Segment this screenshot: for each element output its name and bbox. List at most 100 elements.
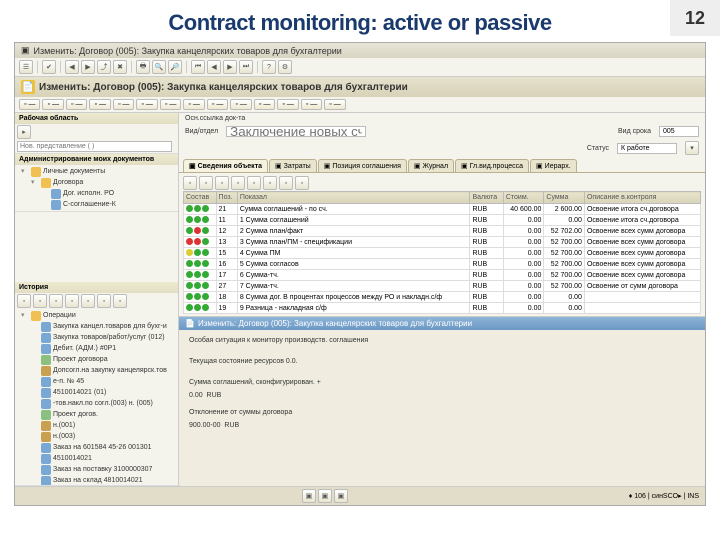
tree-item[interactable]: -тов.накл.по согл.(003) н. (005) <box>17 398 176 409</box>
action-pill[interactable]: ▫— <box>301 99 322 110</box>
tree-item[interactable]: ▾Личные документы <box>17 166 176 177</box>
conditions-grid[interactable]: СоставПоз.ПоказалВалютаСтоим.СуммаОписан… <box>183 191 701 314</box>
grid-tool-icon[interactable]: ▫ <box>247 176 261 190</box>
back-icon[interactable]: ◀ <box>65 60 79 74</box>
vid-label: Вид срока <box>618 128 651 135</box>
grid-col[interactable]: Валюта <box>470 192 503 204</box>
table-row[interactable]: 21Сумма соглашений - по сч.RUB40 600.002… <box>184 204 701 215</box>
action-pill[interactable]: ▫— <box>19 99 40 110</box>
table-row[interactable]: 199 Разница - накладная с/фRUB0.000.00 <box>184 303 701 314</box>
menu-btn[interactable]: ☰ <box>19 60 33 74</box>
action-pill[interactable]: ▫— <box>183 99 204 110</box>
grid-tool-icon[interactable]: ▫ <box>263 176 277 190</box>
action-pill[interactable]: ▫— <box>230 99 251 110</box>
grid-tool-icon[interactable]: ▫ <box>199 176 213 190</box>
next-icon[interactable]: ▶ <box>223 60 237 74</box>
tree-item[interactable]: Заказ на 601584 45-26 001301 <box>17 442 176 453</box>
action-pill[interactable]: ▫— <box>254 99 275 110</box>
view-search-input[interactable] <box>17 141 172 152</box>
findnext-icon[interactable]: 🔎 <box>168 60 182 74</box>
sb-btn[interactable]: ▸ <box>17 125 31 139</box>
save-icon[interactable]: ✔ <box>42 60 56 74</box>
grid-tool-icon[interactable]: ▫ <box>215 176 229 190</box>
detail-line4-b: RUB <box>224 422 239 429</box>
tree-item[interactable]: 4510014021 (01) <box>17 387 176 398</box>
tab[interactable]: ▣Затраты <box>269 159 317 172</box>
sb-tool-icon[interactable]: ▫ <box>113 294 127 308</box>
table-row[interactable]: 154 Сумма ПМRUB0.0052 700.00Освоение все… <box>184 248 701 259</box>
table-row[interactable]: 133 Сумма план/ПМ - спецификацииRUB0.005… <box>184 237 701 248</box>
status-icon[interactable]: ▣ <box>302 489 316 503</box>
tree-item[interactable]: Закупка канцел.товаров для бухг-и <box>17 321 176 332</box>
grid-tool-icon[interactable]: ▫ <box>279 176 293 190</box>
grid-tool-icon[interactable]: ▫ <box>295 176 309 190</box>
cancel-icon[interactable]: ✖ <box>113 60 127 74</box>
tree-item[interactable]: Заказ на склад 4810014021 <box>17 475 176 485</box>
status-icon[interactable]: ▣ <box>334 489 348 503</box>
action-pill[interactable]: ▫— <box>42 99 63 110</box>
action-pill[interactable]: ▫— <box>113 99 134 110</box>
tree-item[interactable]: ▾Операции <box>17 310 176 321</box>
table-row[interactable]: 165 Сумма согласовRUB0.0052 700.00Освоен… <box>184 259 701 270</box>
table-row[interactable]: 111 Сумма соглашенийRUB0.000.00Освоение … <box>184 215 701 226</box>
action-pill[interactable]: ▫— <box>324 99 345 110</box>
tree-item[interactable]: Заказ на поставку 3100000307 <box>17 464 176 475</box>
sb-tool-icon[interactable]: ▫ <box>81 294 95 308</box>
tree-item[interactable]: Дог. исполн. РО <box>17 188 176 199</box>
tree-item[interactable]: Дебит. (АДМ.) #0P1 <box>17 343 176 354</box>
tree-item[interactable]: Закупка товаров/работ/услуг (012) <box>17 332 176 343</box>
srok-input[interactable] <box>226 126 366 137</box>
tree-item[interactable]: 4510014021 <box>17 453 176 464</box>
grid-col[interactable]: Поз. <box>216 192 237 204</box>
grid-col[interactable]: Показал <box>237 192 470 204</box>
stat-help-icon[interactable]: ▾ <box>685 141 699 155</box>
tree-item[interactable]: С-соглашение-К <box>17 199 176 210</box>
tree-item[interactable]: Проект догов. <box>17 409 176 420</box>
sb-tool-icon[interactable]: ▫ <box>97 294 111 308</box>
sb-tool-icon[interactable]: ▫ <box>33 294 47 308</box>
prev-icon[interactable]: ◀ <box>207 60 221 74</box>
grid-col[interactable]: Описание в.контроля <box>584 192 700 204</box>
sb-tool-icon[interactable]: ▫ <box>65 294 79 308</box>
action-pill[interactable]: ▫— <box>207 99 228 110</box>
action-pill[interactable]: ▫— <box>277 99 298 110</box>
grid-tool-icon[interactable]: ▫ <box>183 176 197 190</box>
table-row[interactable]: 176 Сумма-тч.RUB0.0052 700.00Освоение вс… <box>184 270 701 281</box>
grid-col[interactable]: Стоим. <box>503 192 544 204</box>
tab[interactable]: ▣Иерарх. <box>530 159 577 172</box>
tab[interactable]: ▣Сведения объекта <box>183 159 268 172</box>
sb-sec2-title: История <box>15 282 178 293</box>
grid-tool-icon[interactable]: ▫ <box>231 176 245 190</box>
table-row[interactable]: 277 Сумма-тч.RUB0.0052 700.00Освоение от… <box>184 281 701 292</box>
tree-item[interactable]: е-п. № 45 <box>17 376 176 387</box>
first-icon[interactable]: ⏮ <box>191 60 205 74</box>
detail-line4-lbl: Отклонение от суммы договора <box>189 406 695 419</box>
tab[interactable]: ▣Позиция соглашения <box>318 159 407 172</box>
tree-item[interactable]: Допсогл.на закупку канцелярск.тов <box>17 365 176 376</box>
grid-col[interactable]: Состав <box>184 192 217 204</box>
tree-item[interactable]: Проект договора <box>17 354 176 365</box>
tab[interactable]: ▣Журнал <box>408 159 454 172</box>
table-row[interactable]: 188 Сумма дог. В процентах процессов меж… <box>184 292 701 303</box>
tree-item[interactable]: н.(003) <box>17 431 176 442</box>
settings-icon[interactable]: ⚙ <box>278 60 292 74</box>
print-icon[interactable]: 🖶 <box>136 60 150 74</box>
tree-item[interactable]: ▾Договора <box>17 177 176 188</box>
last-icon[interactable]: ⏭ <box>239 60 253 74</box>
sb-tool-icon[interactable]: ▫ <box>17 294 31 308</box>
tree-item[interactable]: н.(001) <box>17 420 176 431</box>
sb-tool-icon[interactable]: ▫ <box>49 294 63 308</box>
action-pill[interactable]: ▫— <box>66 99 87 110</box>
table-row[interactable]: 122 Сумма план/фактRUB0.0052 702.00Освое… <box>184 226 701 237</box>
tab[interactable]: ▣Гл.вид.процесса <box>455 159 529 172</box>
action-pill[interactable]: ▫— <box>160 99 181 110</box>
slide-title: Contract monitoring: active or passive <box>0 0 720 42</box>
help-icon[interactable]: ? <box>262 60 276 74</box>
find-icon[interactable]: 🔍 <box>152 60 166 74</box>
up-icon[interactable]: ⤴ <box>97 60 111 74</box>
status-icon[interactable]: ▣ <box>318 489 332 503</box>
grid-col[interactable]: Сумма <box>544 192 585 204</box>
action-pill[interactable]: ▫— <box>136 99 157 110</box>
action-pill[interactable]: ▫— <box>89 99 110 110</box>
fwd-icon[interactable]: ▶ <box>81 60 95 74</box>
